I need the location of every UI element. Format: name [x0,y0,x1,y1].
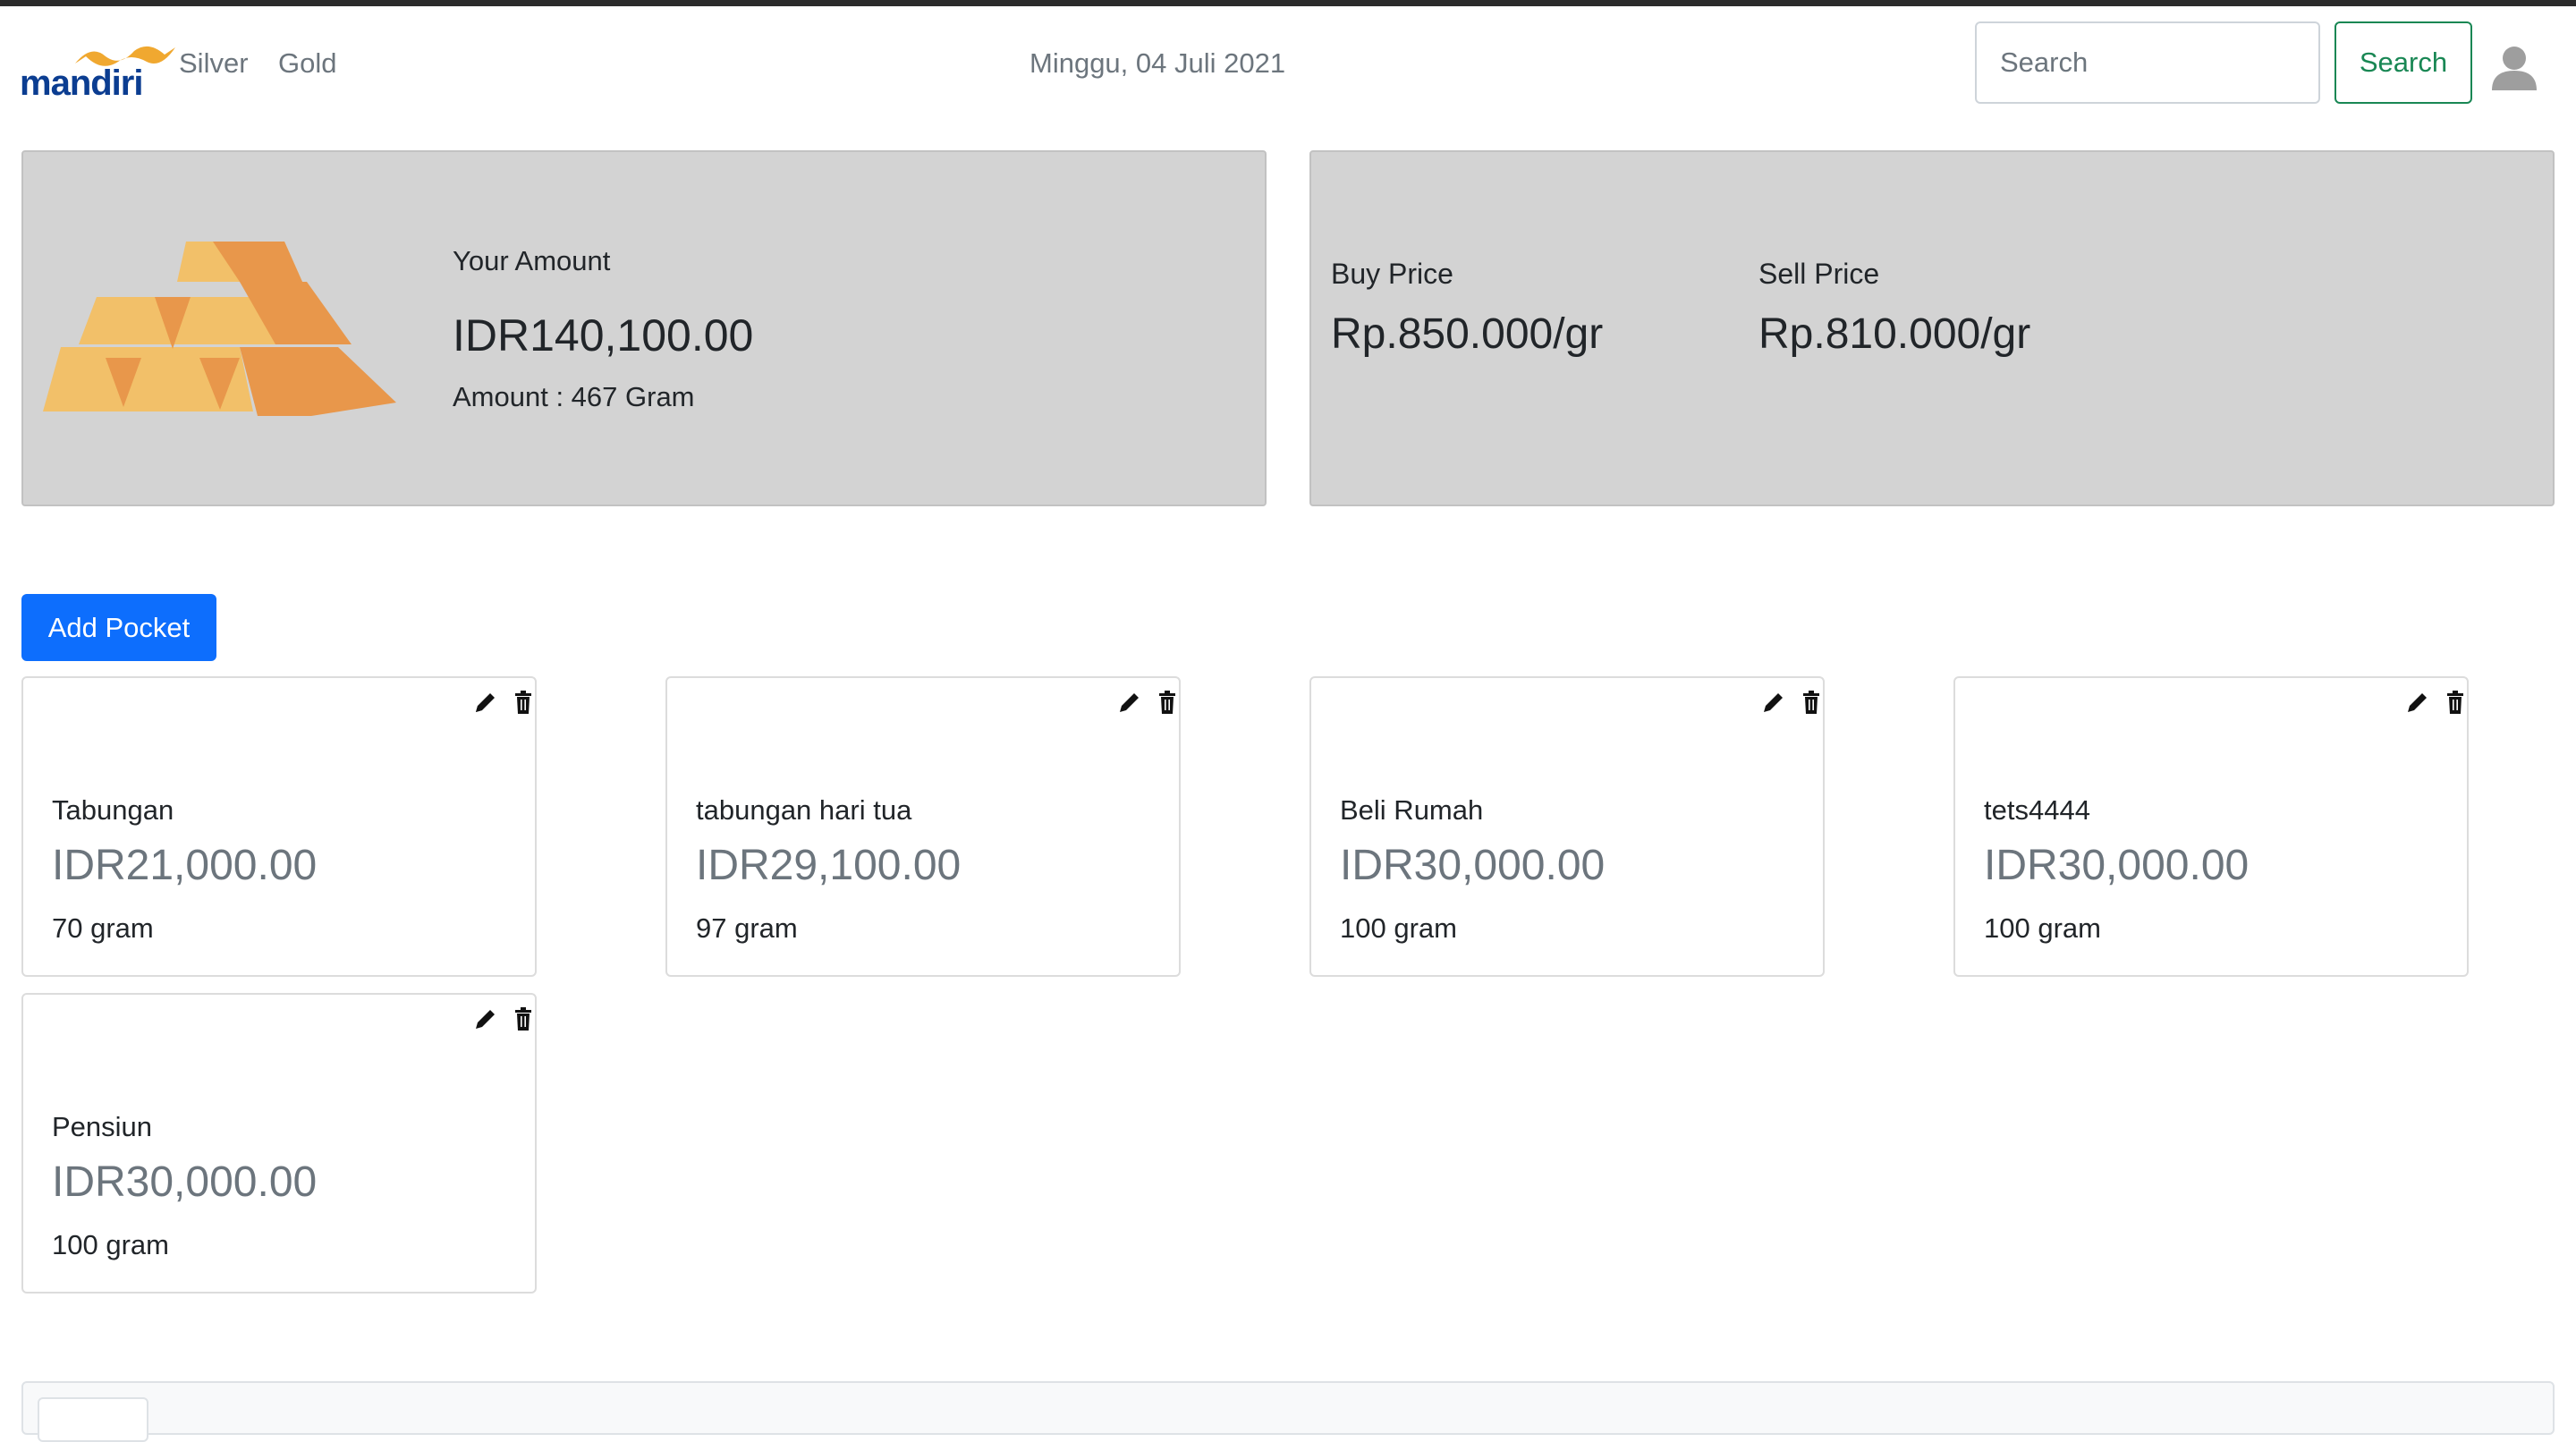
pocket-name: tabungan hari tua [696,794,912,826]
navbar: mandiri Silver Gold Minggu, 04 Juli 2021… [0,6,2576,121]
buy-price-value: Rp.850.000/gr [1331,310,1604,358]
gold-bars-illustration [43,242,396,416]
your-amount-value: IDR140,100.00 [453,310,754,360]
user-icon[interactable] [2490,44,2538,92]
current-date: Minggu, 04 Juli 2021 [1030,47,1286,79]
window-top-bar [0,0,2576,6]
pocket-card[interactable]: Beli Rumah IDR30,000.00 100 gram [1309,676,1825,977]
trash-icon[interactable] [2445,691,2465,714]
trash-icon[interactable] [513,691,533,714]
pocket-name: Tabungan [52,794,174,826]
pocket-value: IDR21,000.00 [52,842,318,889]
buy-price-label: Buy Price [1331,258,1453,290]
pocket-name: Beli Rumah [1340,794,1484,826]
pocket-card[interactable]: tabungan hari tua IDR29,100.00 97 gram [665,676,1181,977]
pocket-gram: 100 gram [52,1229,169,1260]
pocket-gram: 97 gram [696,912,798,944]
price-panel: Buy Price Rp.850.000/gr Sell Price Rp.81… [1309,150,2555,506]
pencil-icon[interactable] [1762,691,1785,714]
sell-price-value: Rp.810.000/gr [1758,310,2031,358]
gold-balance-panel: Your Amount IDR140,100.00 Amount : 467 G… [21,150,1267,506]
trash-icon[interactable] [1801,691,1821,714]
pocket-name: tets4444 [1984,794,2090,826]
pencil-icon[interactable] [1118,691,1141,714]
pocket-value: IDR30,000.00 [1340,842,1606,889]
pocket-card[interactable]: Pensiun IDR30,000.00 100 gram [21,993,537,1294]
your-amount-label: Your Amount [453,245,611,276]
your-amount-gram: Amount : 467 Gram [453,381,695,412]
pocket-value: IDR30,000.00 [52,1158,318,1206]
sell-price-label: Sell Price [1758,258,1880,290]
pencil-icon[interactable] [2406,691,2429,714]
pocket-gram: 100 gram [1984,912,2101,944]
pencil-icon[interactable] [474,1007,497,1031]
pocket-gram: 70 gram [52,912,154,944]
nav-link-gold[interactable]: Gold [278,47,336,80]
pocket-card[interactable]: Tabungan IDR21,000.00 70 gram [21,676,537,977]
pocket-card[interactable]: tets4444 IDR30,000.00 100 gram [1953,676,2469,977]
logo-text: mandiri [20,64,143,103]
pencil-icon[interactable] [474,691,497,714]
pocket-gram: 100 gram [1340,912,1457,944]
search-input[interactable] [1975,21,2320,104]
trash-icon[interactable] [1157,691,1177,714]
add-pocket-button[interactable]: Add Pocket [21,594,216,661]
bottom-panel [21,1381,2555,1442]
pocket-name: Pensiun [52,1111,153,1142]
mandiri-logo[interactable]: mandiri [20,40,175,103]
pocket-value: IDR30,000.00 [1984,842,2250,889]
bottom-tab[interactable] [38,1397,148,1442]
trash-icon[interactable] [513,1007,533,1031]
search-button[interactable]: Search [2334,21,2472,104]
nav-link-silver[interactable]: Silver [179,47,249,80]
pocket-value: IDR29,100.00 [696,842,962,889]
